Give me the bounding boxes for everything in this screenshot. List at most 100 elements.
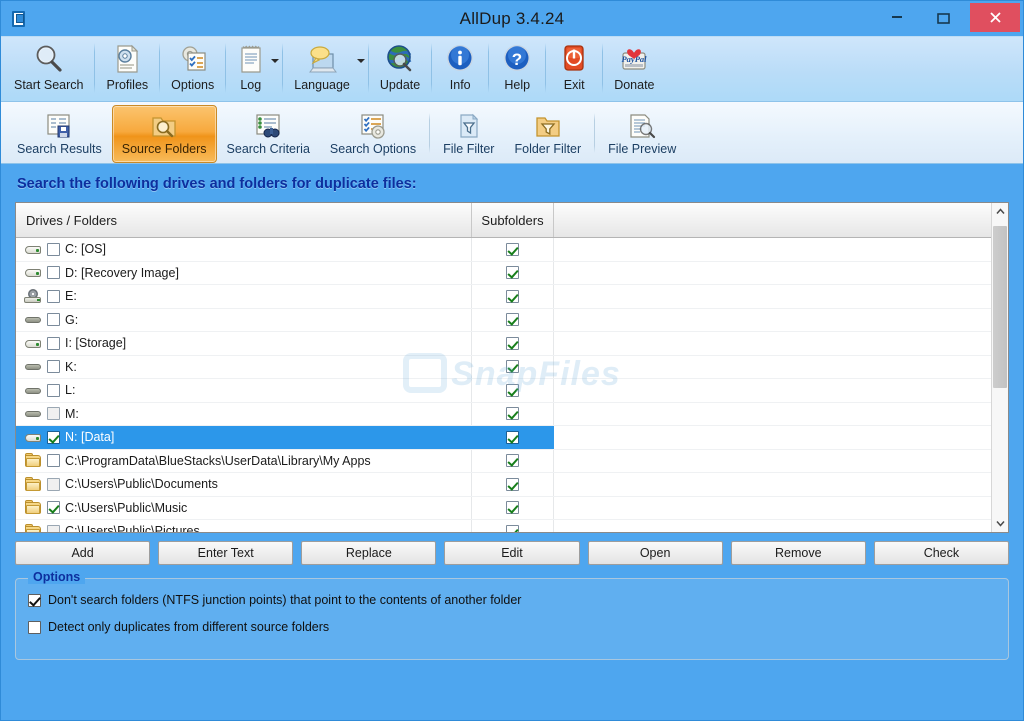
option-row[interactable]: Don't search folders (NTFS junction poin… [28,593,996,607]
row-cell-subfolders[interactable] [472,309,554,332]
subfolders-checkbox[interactable] [506,501,519,514]
row-checkbox[interactable] [47,360,60,373]
minimize-button[interactable] [874,1,920,36]
button-open[interactable]: Open [588,541,723,565]
vertical-scrollbar[interactable] [991,203,1008,532]
row-cell-subfolders[interactable] [472,262,554,285]
row-cell-subfolders[interactable] [472,332,554,355]
tab-search-results[interactable]: Search Results [7,105,112,163]
row-checkbox[interactable] [47,501,60,514]
table-row[interactable]: E: [16,285,991,309]
row-checkbox[interactable] [47,454,60,467]
row-cell-path[interactable]: G: [16,309,472,332]
subfolders-checkbox[interactable] [506,454,519,467]
row-cell-subfolders[interactable] [472,473,554,496]
option-row[interactable]: Detect only duplicates from different so… [28,620,996,634]
row-cell-path[interactable]: C:\Users\Public\Pictures [16,520,472,532]
scroll-down-icon[interactable] [992,515,1008,532]
column-header-subfolders[interactable]: Subfolders [472,203,554,237]
table-row[interactable]: N: [Data] [16,426,991,450]
row-cell-subfolders[interactable] [472,285,554,308]
subfolders-checkbox[interactable] [506,478,519,491]
row-cell-path[interactable]: E: [16,285,472,308]
table-row[interactable]: D: [Recovery Image] [16,262,991,286]
row-cell-path[interactable]: L: [16,379,472,402]
row-cell-subfolders[interactable] [472,356,554,379]
table-row[interactable]: G: [16,309,991,333]
row-cell-path[interactable]: I: [Storage] [16,332,472,355]
table-row[interactable]: C:\Users\Public\Documents [16,473,991,497]
table-row[interactable]: M: [16,403,991,427]
row-cell-path[interactable]: D: [Recovery Image] [16,262,472,285]
row-checkbox[interactable] [47,431,60,444]
subfolders-checkbox[interactable] [506,525,519,532]
subfolders-checkbox[interactable] [506,384,519,397]
button-enter-text[interactable]: Enter Text [158,541,293,565]
row-cell-path[interactable]: N: [Data] [16,426,472,449]
row-cell-path[interactable]: C:\Users\Public\Documents [16,473,472,496]
scroll-up-icon[interactable] [992,203,1008,220]
tab-source-folders[interactable]: Source Folders [112,105,217,163]
table-row[interactable]: C: [OS] [16,238,991,262]
subfolders-checkbox[interactable] [506,266,519,279]
row-cell-subfolders[interactable] [472,450,554,473]
toolbar-button-exit[interactable]: Exit [548,37,600,101]
row-checkbox[interactable] [47,290,60,303]
row-cell-subfolders[interactable] [472,497,554,520]
table-row[interactable]: C:\Users\Public\Pictures [16,520,991,532]
tab-folder-filter[interactable]: Folder Filter [504,105,591,163]
table-row[interactable]: I: [Storage] [16,332,991,356]
toolbar-button-help[interactable]: ? Help [491,37,543,101]
button-edit[interactable]: Edit [444,541,579,565]
toolbar-button-info[interactable]: Info [434,37,486,101]
toolbar-button-log[interactable]: Log [228,37,280,101]
subfolders-checkbox[interactable] [506,360,519,373]
subfolders-checkbox[interactable] [506,313,519,326]
tab-search-options[interactable]: Search Options [320,105,426,163]
tab-file-filter[interactable]: File Filter [433,105,504,163]
row-cell-subfolders[interactable] [472,238,554,261]
row-checkbox[interactable] [47,525,60,532]
row-cell-subfolders[interactable] [472,520,554,532]
tab-file-preview[interactable]: File Preview [598,105,686,163]
option-checkbox[interactable] [28,621,41,634]
toolbar-button-donate[interactable]: PayPal Donate [605,37,663,101]
row-checkbox[interactable] [47,313,60,326]
button-remove[interactable]: Remove [731,541,866,565]
row-checkbox[interactable] [47,407,60,420]
row-checkbox[interactable] [47,243,60,256]
subfolders-checkbox[interactable] [506,431,519,444]
scrollbar-thumb[interactable] [993,226,1007,388]
toolbar-button-start-search[interactable]: Start Search [5,37,92,101]
close-button[interactable] [970,3,1020,32]
table-row[interactable]: C:\Users\Public\Music [16,497,991,521]
table-row[interactable]: K: [16,356,991,380]
row-checkbox[interactable] [47,384,60,397]
table-row[interactable]: C:\ProgramData\BlueStacks\UserData\Libra… [16,450,991,474]
row-checkbox[interactable] [47,266,60,279]
column-header-drives-folders[interactable]: Drives / Folders [16,203,472,237]
subfolders-checkbox[interactable] [506,407,519,420]
subfolders-checkbox[interactable] [506,337,519,350]
option-checkbox[interactable] [28,594,41,607]
button-replace[interactable]: Replace [301,541,436,565]
row-cell-subfolders[interactable] [472,379,554,402]
scrollbar-track[interactable] [992,220,1008,515]
table-row[interactable]: L: [16,379,991,403]
row-cell-path[interactable]: C:\ProgramData\BlueStacks\UserData\Libra… [16,450,472,473]
row-checkbox[interactable] [47,337,60,350]
toolbar-button-update[interactable]: Update [371,37,429,101]
row-cell-path[interactable]: C:\Users\Public\Music [16,497,472,520]
row-cell-path[interactable]: M: [16,403,472,426]
subfolders-checkbox[interactable] [506,243,519,256]
chevron-down-icon[interactable] [357,59,365,63]
chevron-down-icon[interactable] [271,59,279,63]
toolbar-button-language[interactable]: Language [285,37,366,101]
row-cell-subfolders[interactable] [472,403,554,426]
row-cell-path[interactable]: K: [16,356,472,379]
button-add[interactable]: Add [15,541,150,565]
subfolders-checkbox[interactable] [506,290,519,303]
toolbar-button-profiles[interactable]: Profiles [97,37,157,101]
tab-search-criteria[interactable]: Search Criteria [217,105,320,163]
row-cell-path[interactable]: C: [OS] [16,238,472,261]
